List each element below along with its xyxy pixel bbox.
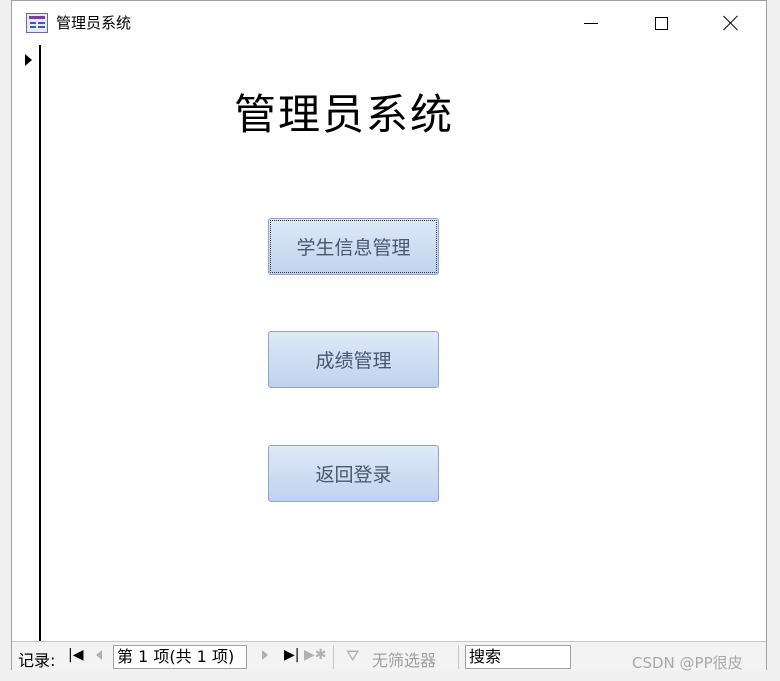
divider	[333, 645, 334, 669]
next-record-icon[interactable]	[262, 650, 268, 660]
title-bar[interactable]: 管理员系统	[12, 1, 766, 45]
record-label: 记录:	[18, 651, 56, 670]
last-record-icon[interactable]: ▶|	[284, 647, 299, 663]
access-form-window: 管理员系统 管理员系统 学生信息管理 成绩管理 返回登录 记录: |◀ 第 1 …	[11, 0, 767, 671]
previous-record-icon[interactable]	[96, 650, 102, 660]
current-record-field[interactable]: 第 1 项(共 1 项)	[113, 645, 247, 669]
first-record-icon[interactable]: |◀	[68, 647, 83, 663]
maximize-button[interactable]	[638, 1, 684, 45]
watermark: CSDN @PP很皮	[632, 654, 743, 672]
new-record-icon[interactable]: ▶✱	[304, 647, 327, 663]
form-icon	[26, 13, 48, 33]
close-button[interactable]	[708, 1, 754, 45]
divider	[458, 645, 459, 669]
filter-status[interactable]: 无筛选器	[372, 647, 436, 671]
minimize-button[interactable]	[568, 1, 614, 45]
search-input[interactable]: 搜索	[465, 645, 571, 669]
close-icon	[723, 15, 739, 31]
filter-icon[interactable]: ⛛	[346, 646, 359, 666]
window-title: 管理员系统	[56, 14, 132, 32]
minimize-icon	[584, 22, 598, 24]
form-heading: 管理员系统	[234, 90, 455, 139]
student-info-management-button[interactable]: 学生信息管理	[268, 218, 439, 275]
maximize-icon	[654, 16, 668, 30]
record-selector[interactable]	[12, 45, 41, 641]
grade-management-button[interactable]: 成绩管理	[268, 331, 439, 388]
current-record-arrow-icon	[25, 54, 32, 66]
return-login-button[interactable]: 返回登录	[268, 445, 439, 502]
